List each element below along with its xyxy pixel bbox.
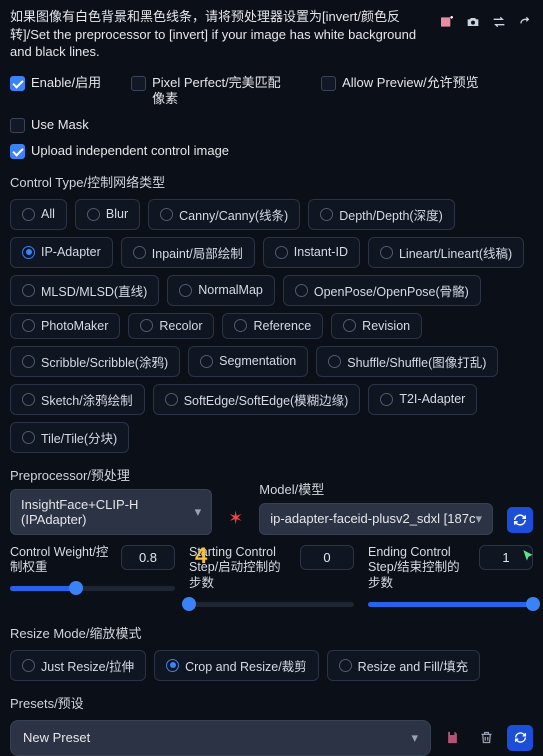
control-type-option[interactable]: Scribble/Scribble(涂鸦) — [10, 346, 180, 377]
radio-icon — [140, 319, 153, 332]
explosion-icon[interactable]: ✶ — [226, 508, 245, 535]
radio-icon — [295, 284, 308, 297]
control-type-option[interactable]: Blur — [75, 199, 140, 230]
radio-icon — [380, 246, 393, 259]
radio-icon — [234, 319, 247, 332]
enable-checkbox[interactable]: Enable/启用 — [10, 75, 101, 108]
ending-step-slider[interactable]: Ending Control Step/结束控制的步数 1 — [368, 545, 533, 607]
radio-icon — [22, 659, 35, 672]
control-type-option[interactable]: Segmentation — [188, 346, 308, 377]
checkbox-icon — [10, 144, 25, 159]
control-type-option[interactable]: Recolor — [128, 313, 214, 339]
preset-select[interactable]: New Preset ▾ — [10, 720, 431, 756]
starting-step-slider[interactable]: Starting Control Step/启动控制的步数 0 — [189, 545, 354, 607]
use-mask-checkbox[interactable]: Use Mask — [10, 117, 89, 133]
control-type-option[interactable]: T2I-Adapter — [368, 384, 477, 415]
radio-icon — [22, 355, 35, 368]
radio-icon — [339, 659, 352, 672]
chevron-down-icon: ▾ — [411, 730, 418, 746]
chevron-down-icon: ▾ — [475, 511, 482, 527]
preprocessor-select[interactable]: InsightFace+CLIP-H (IPAdapter) ▾ — [10, 489, 212, 535]
resize-mode-option[interactable]: Just Resize/拉伸 — [10, 650, 146, 681]
control-type-option[interactable]: Canny/Canny(线条) — [148, 199, 300, 230]
radio-icon — [133, 246, 146, 259]
starting-step-value[interactable]: 0 — [300, 545, 354, 570]
radio-icon — [179, 284, 192, 297]
checkbox-icon — [321, 76, 336, 91]
radio-icon — [320, 208, 333, 221]
control-weight-value[interactable]: 0.8 — [121, 545, 175, 570]
control-type-option[interactable]: Inpaint/局部绘制 — [121, 237, 255, 268]
control-type-option[interactable]: Revision — [331, 313, 422, 339]
control-type-option[interactable]: Tile/Tile(分块) — [10, 422, 129, 453]
control-type-option[interactable]: Sketch/涂鸦绘制 — [10, 384, 145, 415]
control-type-option[interactable]: All — [10, 199, 67, 230]
control-weight-slider[interactable]: Control Weight/控制权重 0.8 — [10, 545, 175, 607]
radio-icon — [343, 319, 356, 332]
checkbox-icon — [10, 118, 25, 133]
presets-label: Presets/预设 — [10, 693, 533, 712]
control-type-option[interactable]: SoftEdge/SoftEdge(模糊边缘) — [153, 384, 361, 415]
refresh-model-button[interactable] — [507, 507, 533, 533]
refresh-presets-button[interactable] — [507, 725, 533, 751]
radio-icon — [380, 393, 393, 406]
model-label: Model/模型 — [259, 479, 493, 498]
radio-icon — [87, 208, 100, 221]
image-action-icons — [439, 8, 533, 30]
radio-icon — [165, 393, 178, 406]
control-type-option[interactable]: Lineart/Lineart(线稿) — [368, 237, 524, 268]
radio-icon — [200, 355, 213, 368]
radio-icon — [160, 208, 173, 221]
save-preset-button[interactable] — [439, 725, 465, 751]
resize-mode-option[interactable]: Resize and Fill/填充 — [327, 650, 480, 681]
radio-icon — [22, 393, 35, 406]
image-new-icon[interactable] — [439, 14, 455, 30]
resize-mode-label: Resize Mode/缩放模式 — [10, 623, 533, 642]
control-type-option[interactable]: PhotoMaker — [10, 313, 120, 339]
control-type-option[interactable]: Instant-ID — [263, 237, 360, 268]
radio-icon — [22, 208, 35, 221]
delete-preset-button[interactable] — [473, 725, 499, 751]
mouse-cursor-icon — [521, 547, 535, 565]
radio-icon — [22, 319, 35, 332]
resize-mode-group: Just Resize/拉伸 Crop and Resize/裁剪 Resize a… — [10, 650, 533, 681]
upload-independent-checkbox[interactable]: Upload independent control image — [10, 143, 229, 159]
radio-icon — [22, 431, 35, 444]
radio-icon — [166, 659, 179, 672]
model-select[interactable]: ip-adapter-faceid-plusv2_sdxl [187c ▾ — [259, 503, 493, 535]
pixel-perfect-checkbox[interactable]: Pixel Perfect/完美匹配像素 — [131, 75, 291, 108]
radio-icon — [22, 284, 35, 297]
checkbox-icon — [10, 76, 25, 91]
send-back-icon[interactable] — [517, 14, 533, 30]
radio-icon — [275, 246, 288, 259]
control-type-option[interactable]: NormalMap — [167, 275, 275, 306]
control-type-option[interactable]: MLSD/MLSD(直线) — [10, 275, 159, 306]
control-type-label: Control Type/控制网络类型 — [10, 172, 533, 191]
camera-icon[interactable] — [465, 14, 481, 30]
radio-icon — [328, 355, 341, 368]
preprocessor-label: Preprocessor/预处理 — [10, 465, 212, 484]
swap-icon[interactable] — [491, 14, 507, 30]
checkbox-icon — [131, 76, 146, 91]
resize-mode-option[interactable]: Crop and Resize/裁剪 — [154, 650, 319, 681]
control-type-option[interactable]: Reference — [222, 313, 323, 339]
control-type-option[interactable]: IP-Adapter — [10, 237, 113, 268]
radio-icon — [22, 246, 35, 259]
preprocessor-hint-text: 如果图像有白色背景和黑色线条，请将预处理器设置为[invert/颜色反转]/Se… — [10, 8, 431, 61]
control-type-option[interactable]: Depth/Depth(深度) — [308, 199, 455, 230]
control-type-option[interactable]: Shuffle/Shuffle(图像打乱) — [316, 346, 498, 377]
allow-preview-checkbox[interactable]: Allow Preview/允许预览 — [321, 75, 479, 108]
control-type-option[interactable]: OpenPose/OpenPose(骨骼) — [283, 275, 481, 306]
control-type-group: All Blur Canny/Canny(线条) Depth/Depth(深度) IP-… — [10, 199, 533, 453]
chevron-down-icon: ▾ — [195, 504, 202, 520]
